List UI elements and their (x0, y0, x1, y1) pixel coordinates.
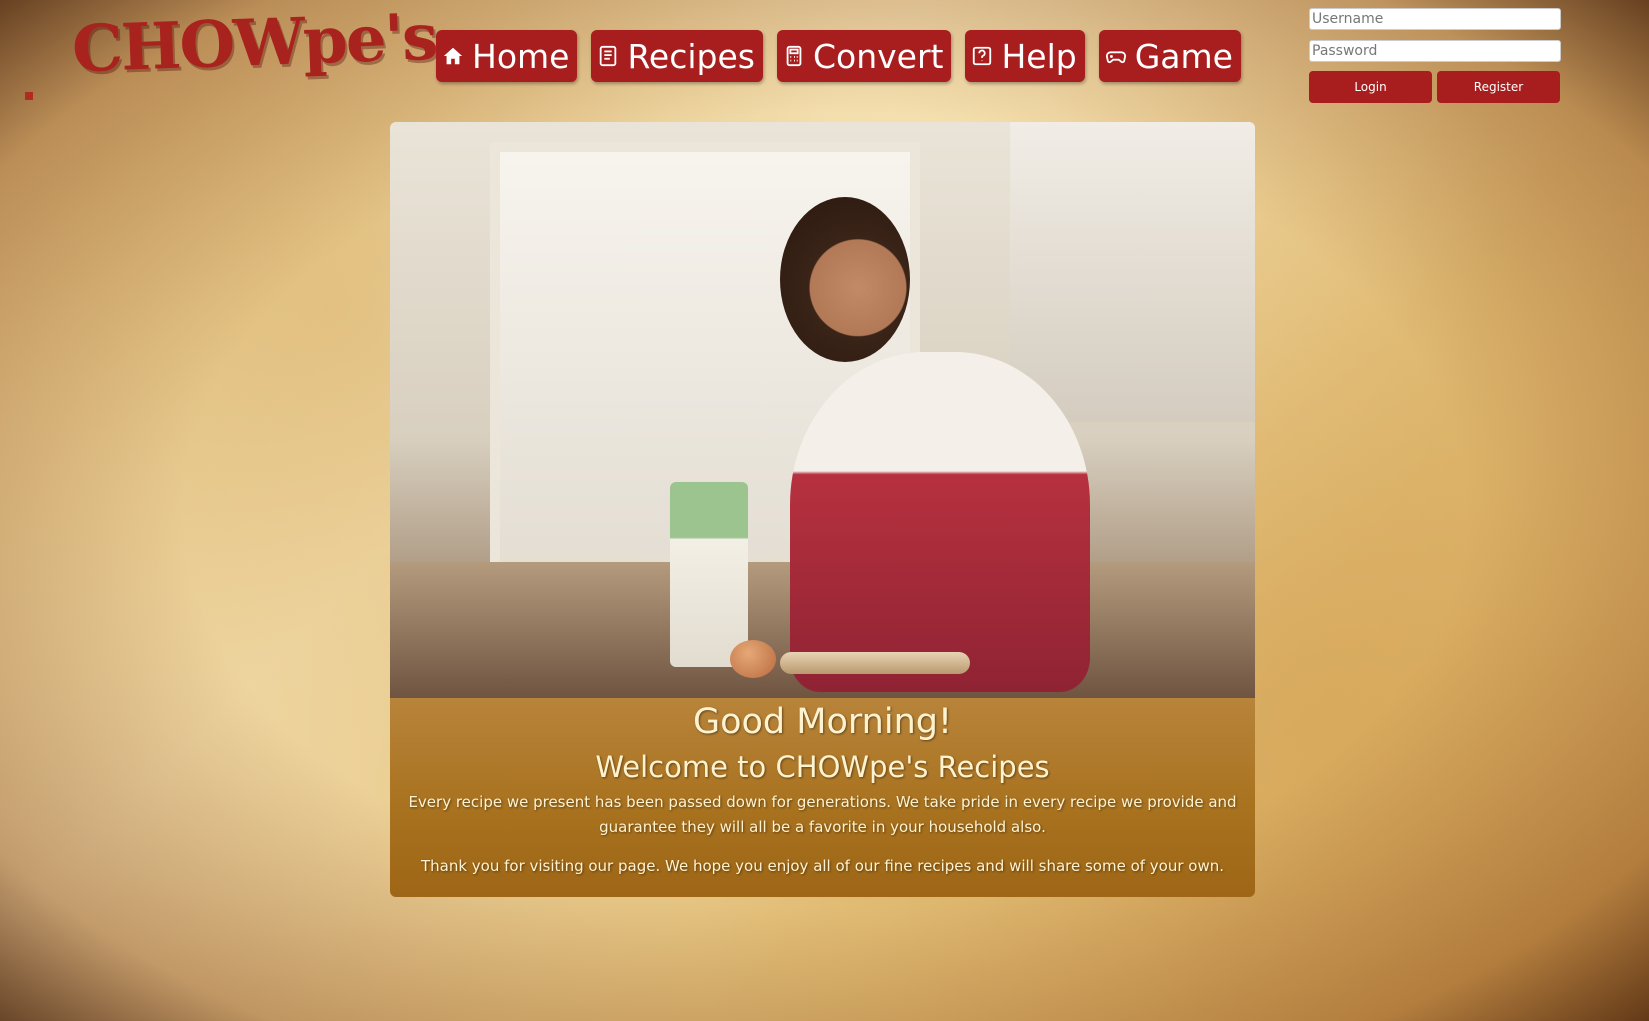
nav-game-button[interactable]: Game (1098, 30, 1241, 82)
register-button[interactable]: Register (1437, 71, 1560, 103)
gamepad-icon (1105, 51, 1126, 63)
calculator-icon (786, 45, 802, 67)
login-panel: Login Register (1309, 8, 1561, 103)
welcome-paragraph-1: Every recipe we present has been passed … (408, 793, 1237, 836)
help-icon (973, 46, 992, 66)
nav-game-label: Game (1134, 36, 1233, 76)
nav-recipes-button[interactable]: Recipes (591, 30, 763, 82)
hero-egg (730, 640, 776, 678)
welcome-content: Good Morning! Welcome to CHOWpe's Recipe… (390, 698, 1255, 897)
nav-recipes-label: Recipes (627, 36, 755, 76)
auth-buttons: Login Register (1309, 71, 1561, 103)
home-icon (443, 47, 463, 65)
username-input[interactable] (1309, 8, 1561, 30)
hero-cabinet-shape (1010, 122, 1255, 422)
nav-help-label: Help (1001, 36, 1077, 76)
welcome-title: Welcome to CHOWpe's Recipes (595, 750, 1050, 784)
hero-person-head (780, 197, 910, 362)
welcome-card: Good Morning! Welcome to CHOWpe's Recipe… (390, 122, 1255, 897)
hero-person-body (790, 352, 1090, 692)
nav-home-label: Home (472, 36, 570, 76)
greeting-heading: Good Morning! (692, 702, 952, 742)
main-nav: Home Recipes Convert Help Game (436, 30, 1241, 82)
marker-square (25, 92, 33, 100)
nav-convert-label: Convert (812, 36, 944, 76)
hero-rolling-pin (780, 652, 970, 674)
recipe-book-icon (600, 45, 617, 67)
hero-flour-bag (670, 482, 748, 667)
password-input[interactable] (1309, 40, 1561, 62)
hero-image (390, 122, 1255, 698)
login-button[interactable]: Login (1309, 71, 1432, 103)
welcome-paragraph-2: Thank you for visiting our page. We hope… (420, 857, 1225, 875)
site-logo[interactable]: CHOWpe's (71, 0, 438, 87)
nav-convert-button[interactable]: Convert (776, 30, 952, 82)
nav-home-button[interactable]: Home (436, 30, 578, 82)
nav-help-button[interactable]: Help (965, 30, 1085, 82)
